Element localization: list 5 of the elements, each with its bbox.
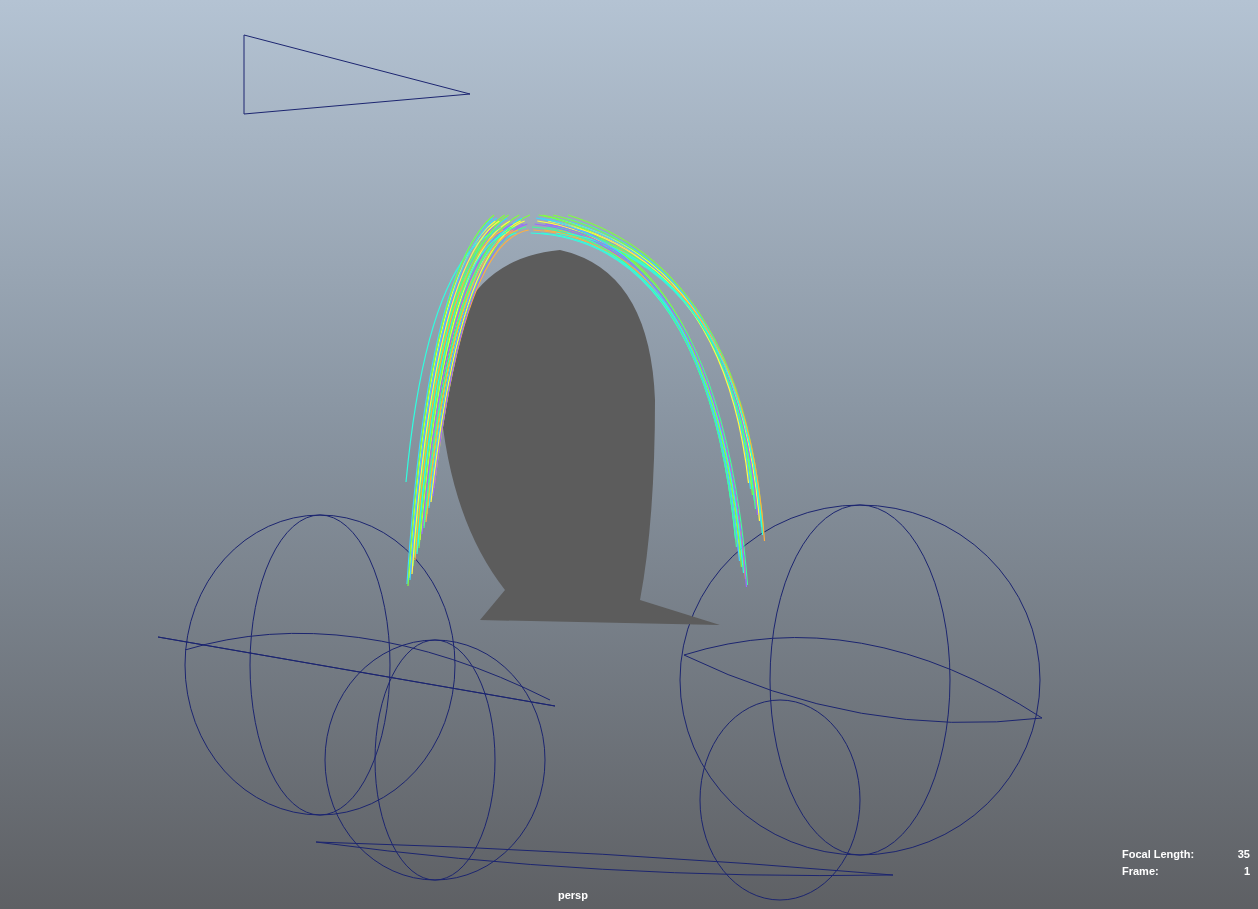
camera-name: persp: [558, 889, 588, 901]
hud-value: 1: [1243, 865, 1250, 877]
hud-label: Frame:: [1122, 865, 1159, 877]
hud-label: Focal Length:: [1122, 848, 1195, 860]
hud-value: 35: [1237, 848, 1250, 860]
